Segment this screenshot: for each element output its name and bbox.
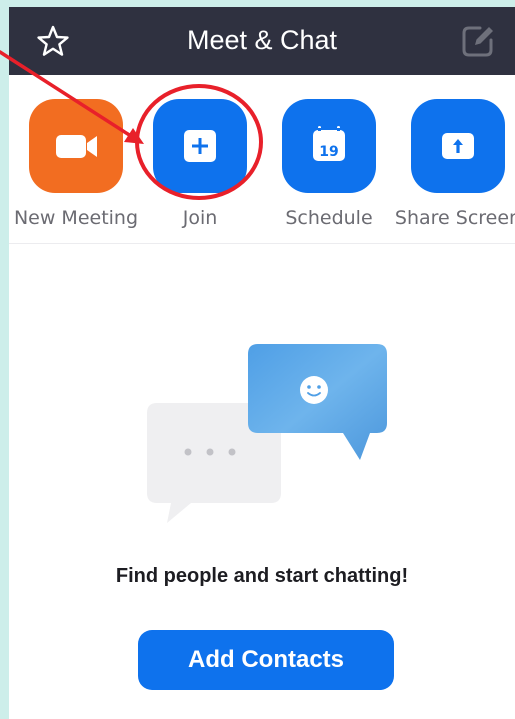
compose-button[interactable]: [460, 23, 496, 59]
new-meeting-action[interactable]: New Meeting: [14, 99, 138, 239]
join-button[interactable]: [153, 99, 247, 193]
schedule-action[interactable]: 19 Schedule: [269, 99, 389, 239]
section-divider: [9, 243, 515, 244]
new-meeting-button[interactable]: [29, 99, 123, 193]
app-screen: Meet & Chat New Meeting Join 19 Schedule…: [9, 7, 515, 719]
join-action[interactable]: Join: [140, 99, 260, 239]
share-screen-label: Share Screen: [394, 207, 515, 229]
plus-icon: [184, 130, 216, 162]
calendar-icon: 19: [313, 126, 345, 161]
calendar-day-text: 19: [319, 144, 338, 160]
share-screen-action[interactable]: Share Screen: [395, 99, 515, 239]
top-navigation-bar: Meet & Chat: [9, 7, 515, 75]
compose-icon: [462, 26, 493, 57]
upload-arrow-icon: [442, 133, 474, 159]
gray-chat-bubble-icon: [147, 403, 281, 523]
blue-smiley-bubble-icon: [248, 344, 387, 460]
schedule-button[interactable]: 19: [282, 99, 376, 193]
add-contacts-button[interactable]: Add Contacts: [138, 630, 394, 690]
page-title: Meet & Chat: [186, 25, 338, 55]
video-camera-icon: [56, 135, 97, 158]
share-screen-button[interactable]: [411, 99, 505, 193]
empty-state-message: Find people and start chatting!: [115, 565, 409, 587]
